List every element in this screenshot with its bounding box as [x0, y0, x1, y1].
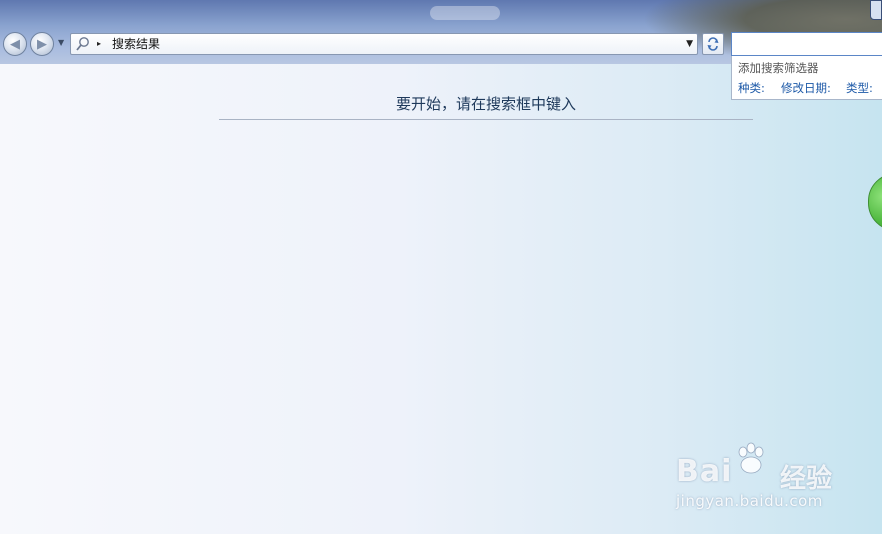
forward-button[interactable]: ▶ [30, 32, 54, 56]
chevron-down-icon: ▼ [58, 38, 65, 47]
prompt-divider [219, 119, 753, 120]
search-input[interactable] [731, 32, 882, 56]
window-title-bar: ◀ ▶ ▼ ▸ 搜索结果 ▼ [0, 0, 882, 64]
search-filter-panel: 添加搜索筛选器 种类: 修改日期: 类型: [731, 56, 882, 100]
empty-search-prompt: 要开始，请在搜索框中键入 [395, 95, 576, 113]
baidu-jingyan-watermark: Bai 经验 jingyan.baidu.com [676, 440, 846, 515]
watermark-brand: Bai [676, 454, 733, 489]
filter-date-modified[interactable]: 修改日期: [781, 81, 831, 95]
filter-panel-title: 添加搜索筛选器 [738, 61, 819, 75]
window-corner-button[interactable] [870, 0, 882, 20]
address-bar[interactable]: ▸ 搜索结果 ▼ [70, 33, 698, 55]
back-button[interactable]: ◀ [3, 32, 27, 56]
filter-kind[interactable]: 种类: [738, 81, 765, 95]
address-dropdown-button[interactable]: ▼ [686, 39, 693, 49]
paw-logo-icon [738, 442, 764, 474]
search-icon [76, 37, 89, 51]
forward-arrow-icon: ▶ [37, 36, 47, 52]
recent-pages-dropdown[interactable]: ▼ [58, 39, 66, 47]
filter-type[interactable]: 类型: [846, 81, 873, 95]
breadcrumb-search-results[interactable]: 搜索结果 [112, 36, 160, 52]
refresh-icon [707, 37, 719, 51]
watermark-jingyan: 经验 [780, 464, 833, 494]
breadcrumb-arrow-icon[interactable]: ▸ [97, 38, 101, 50]
chevron-down-icon: ▼ [686, 39, 693, 49]
watermark-url: jingyan.baidu.com [676, 492, 823, 510]
refresh-button[interactable] [702, 33, 724, 55]
background-cloud [430, 6, 500, 20]
back-arrow-icon: ◀ [10, 36, 20, 52]
side-gadget-tab[interactable] [868, 173, 882, 231]
